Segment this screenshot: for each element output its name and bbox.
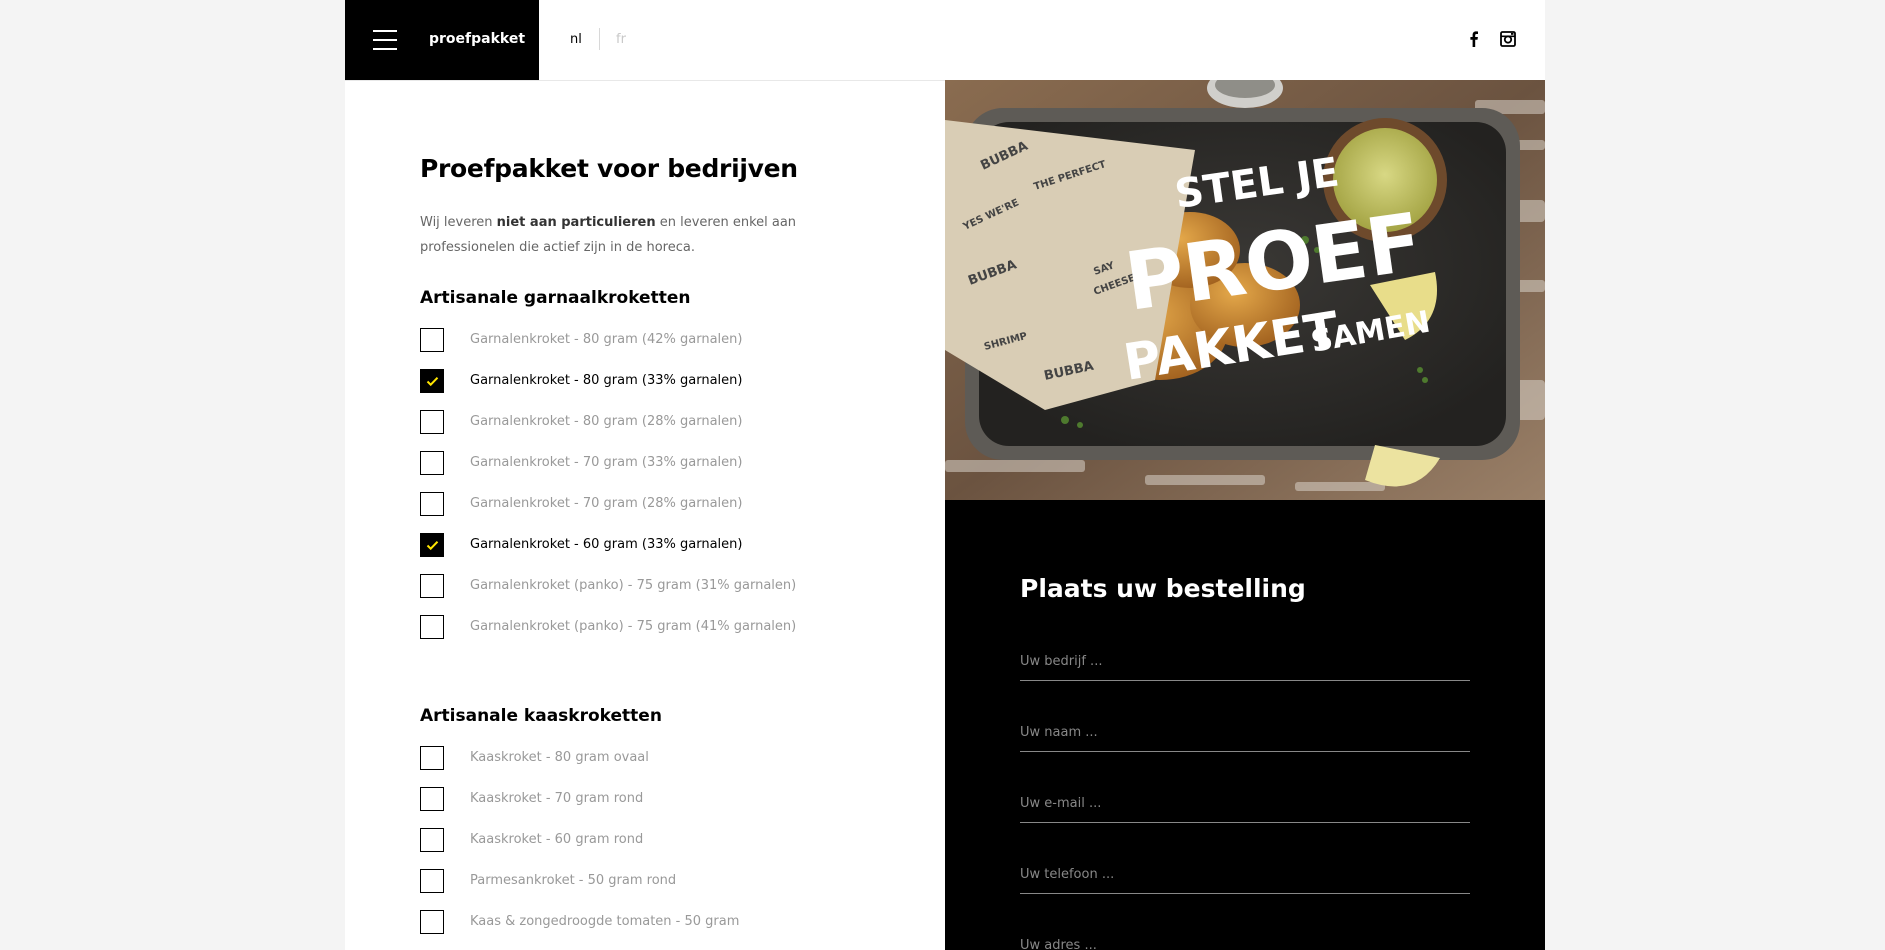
instagram-icon[interactable] bbox=[1499, 30, 1517, 48]
option-label: Garnalenkroket - 80 gram (42% garnalen) bbox=[470, 332, 743, 347]
page-title: Proefpakket voor bedrijven bbox=[420, 154, 798, 183]
checkbox[interactable] bbox=[420, 492, 444, 516]
option-checkbox[interactable]: Kaaskroket - 80 gram ovaal bbox=[420, 746, 900, 772]
phone-field-wrapper bbox=[1020, 857, 1470, 894]
checkbox[interactable] bbox=[420, 828, 444, 852]
order-form-title: Plaats uw bestelling bbox=[1020, 574, 1306, 603]
address-input[interactable] bbox=[1020, 928, 1470, 950]
option-label: Garnalenkroket - 70 gram (33% garnalen) bbox=[470, 455, 743, 470]
option-label: Garnalenkroket (panko) - 75 gram (31% ga… bbox=[470, 578, 797, 593]
option-checkbox[interactable]: Garnalenkroket - 70 gram (28% garnalen) bbox=[420, 492, 900, 518]
order-form: Plaats uw bestelling bbox=[945, 500, 1545, 950]
order-column: BUBBA THE PERFECT YES WE'RE BUBBA SAY CH… bbox=[945, 80, 1545, 950]
checkbox[interactable] bbox=[420, 910, 444, 934]
site-header: proefpakket nl fr bbox=[345, 0, 1545, 81]
company-input[interactable] bbox=[1020, 644, 1470, 678]
option-label: Garnalenkroket - 80 gram (28% garnalen) bbox=[470, 414, 743, 429]
checkbox[interactable] bbox=[420, 787, 444, 811]
section-title-kaaskroketten: Artisanale kaaskroketten bbox=[420, 706, 662, 726]
option-checkbox[interactable]: Garnalenkroket - 80 gram (42% garnalen) bbox=[420, 328, 900, 354]
option-checkbox[interactable]: Kaaskroket - 60 gram rond bbox=[420, 828, 900, 854]
option-label: Kaaskroket - 60 gram rond bbox=[470, 832, 644, 847]
name-field-wrapper bbox=[1020, 715, 1470, 752]
checkbox[interactable] bbox=[420, 615, 444, 639]
intro-text-start: Wij leveren bbox=[420, 215, 497, 230]
option-checkbox[interactable]: Kaas & zongedroogde tomaten - 50 gram bbox=[420, 910, 900, 936]
checkbox[interactable] bbox=[420, 328, 444, 352]
checkbox[interactable] bbox=[420, 451, 444, 475]
option-label: Garnalenkroket - 80 gram (33% garnalen) bbox=[470, 373, 743, 388]
option-checkbox[interactable]: Garnalenkroket - 70 gram (33% garnalen) bbox=[420, 451, 900, 477]
option-checkbox[interactable]: Garnalenkroket (panko) - 75 gram (31% ga… bbox=[420, 574, 900, 600]
option-checkbox[interactable]: Kaaskroket - 70 gram rond bbox=[420, 787, 900, 813]
option-label: Kaaskroket - 80 gram ovaal bbox=[470, 750, 649, 765]
company-field-wrapper bbox=[1020, 644, 1470, 681]
name-input[interactable] bbox=[1020, 715, 1470, 749]
option-label: Kaas & zongedroogde tomaten - 50 gram bbox=[470, 914, 740, 929]
checkbox-checked[interactable] bbox=[420, 369, 444, 393]
hero-image: BUBBA THE PERFECT YES WE'RE BUBBA SAY CH… bbox=[945, 80, 1545, 500]
option-label: Garnalenkroket (panko) - 75 gram (41% ga… bbox=[470, 619, 797, 634]
checkbox[interactable] bbox=[420, 746, 444, 770]
option-checkbox[interactable]: Garnalenkroket - 60 gram (33% garnalen) bbox=[420, 533, 900, 559]
brand-name[interactable]: proefpakket bbox=[429, 31, 525, 47]
checkbox[interactable] bbox=[420, 574, 444, 598]
option-checkbox[interactable]: Garnalenkroket - 80 gram (28% garnalen) bbox=[420, 410, 900, 436]
option-label: Kaaskroket - 70 gram rond bbox=[470, 791, 644, 806]
email-field-wrapper bbox=[1020, 786, 1470, 823]
product-selection: Proefpakket voor bedrijven Wij leveren n… bbox=[345, 80, 945, 950]
lang-nl-link[interactable]: nl bbox=[570, 32, 582, 47]
address-field-wrapper bbox=[1020, 928, 1470, 950]
lang-divider bbox=[599, 28, 600, 50]
section-title-garnaalkroketten: Artisanale garnaalkroketten bbox=[420, 288, 691, 308]
option-label: Parmesankroket - 50 gram rond bbox=[470, 873, 677, 888]
checkbox[interactable] bbox=[420, 410, 444, 434]
checkbox-checked[interactable] bbox=[420, 533, 444, 557]
lang-fr-link[interactable]: fr bbox=[616, 32, 626, 47]
option-label: Garnalenkroket - 60 gram (33% garnalen) bbox=[470, 537, 743, 552]
option-checkbox[interactable]: Garnalenkroket - 80 gram (33% garnalen) bbox=[420, 369, 900, 395]
facebook-icon[interactable] bbox=[1465, 30, 1483, 48]
intro-text-emphasis: niet aan particulieren bbox=[496, 215, 656, 230]
checkmark-icon bbox=[426, 377, 439, 387]
brand-block: proefpakket bbox=[345, 0, 539, 80]
page: proefpakket nl fr Proefpakket voor bedri… bbox=[345, 0, 1545, 950]
checkbox[interactable] bbox=[420, 869, 444, 893]
hamburger-menu-icon[interactable] bbox=[373, 30, 397, 50]
intro-text: Wij leveren niet aan particulieren en le… bbox=[420, 210, 820, 260]
option-checkbox[interactable]: Garnalenkroket (panko) - 75 gram (41% ga… bbox=[420, 615, 900, 641]
option-checkbox[interactable]: Parmesankroket - 50 gram rond bbox=[420, 869, 900, 895]
email-input[interactable] bbox=[1020, 786, 1470, 820]
checkmark-icon bbox=[426, 541, 439, 551]
option-label: Garnalenkroket - 70 gram (28% garnalen) bbox=[470, 496, 743, 511]
phone-input[interactable] bbox=[1020, 857, 1470, 891]
